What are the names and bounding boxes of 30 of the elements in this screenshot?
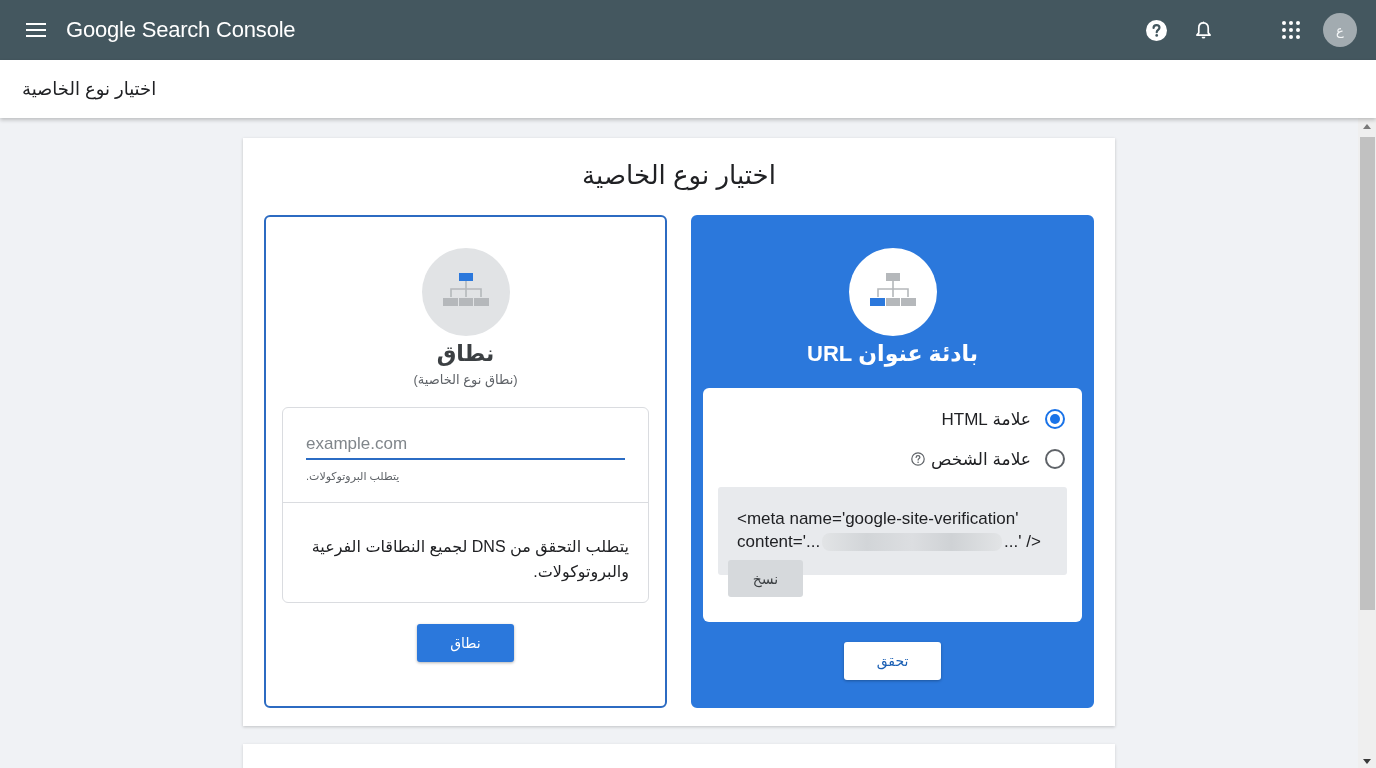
domain-input[interactable]: example.com: [306, 434, 625, 460]
continue-button[interactable]: تحقق: [844, 642, 941, 680]
description-text: يتطلب التحقق من DNS لجميع النطاقات الفرعية والبروتوكولات.: [310, 537, 629, 584]
scrollbar-thumb[interactable]: [1359, 137, 1375, 610]
radio-button[interactable]: [1045, 409, 1065, 429]
help-icon[interactable]: [1146, 19, 1167, 41]
continue-button[interactable]: نطاق: [417, 624, 514, 662]
code-text: content='...: [737, 531, 821, 553]
sitemap-icon: [421, 248, 510, 336]
property-type-title: نطاق: [436, 340, 495, 368]
sitemap-icon: [848, 248, 937, 336]
scroll-down-icon[interactable]: [1363, 759, 1371, 764]
radio-label: علامة الشخص: [930, 448, 1031, 470]
copy-button[interactable]: نسخ: [728, 560, 803, 597]
page-title: اختيار نوع الخاصية: [22, 78, 157, 100]
dialog-title: اختيار نوع الخاصية: [581, 159, 777, 193]
radio-label: علامة HTML: [941, 408, 1031, 430]
property-type-title: بادئة عنوان URL: [807, 340, 978, 368]
helper-text: يتطلب البروتوكولات.: [306, 469, 401, 484]
radio-button[interactable]: [1045, 449, 1065, 469]
menu-icon[interactable]: [26, 23, 46, 37]
app-title[interactable]: Google Search Console: [66, 17, 296, 43]
code-text: ...' />: [1004, 531, 1041, 553]
property-type-subtitle: (نطاق نوع الخاصية): [413, 371, 518, 388]
scrollbar-track[interactable]: [1358, 118, 1376, 768]
help-icon[interactable]: [910, 452, 925, 466]
code-text: <meta name='google-site-verification': [737, 508, 1019, 530]
scroll-up-icon[interactable]: [1363, 124, 1371, 129]
bell-icon[interactable]: [1195, 20, 1212, 40]
apps-grid-icon[interactable]: [1282, 21, 1300, 39]
